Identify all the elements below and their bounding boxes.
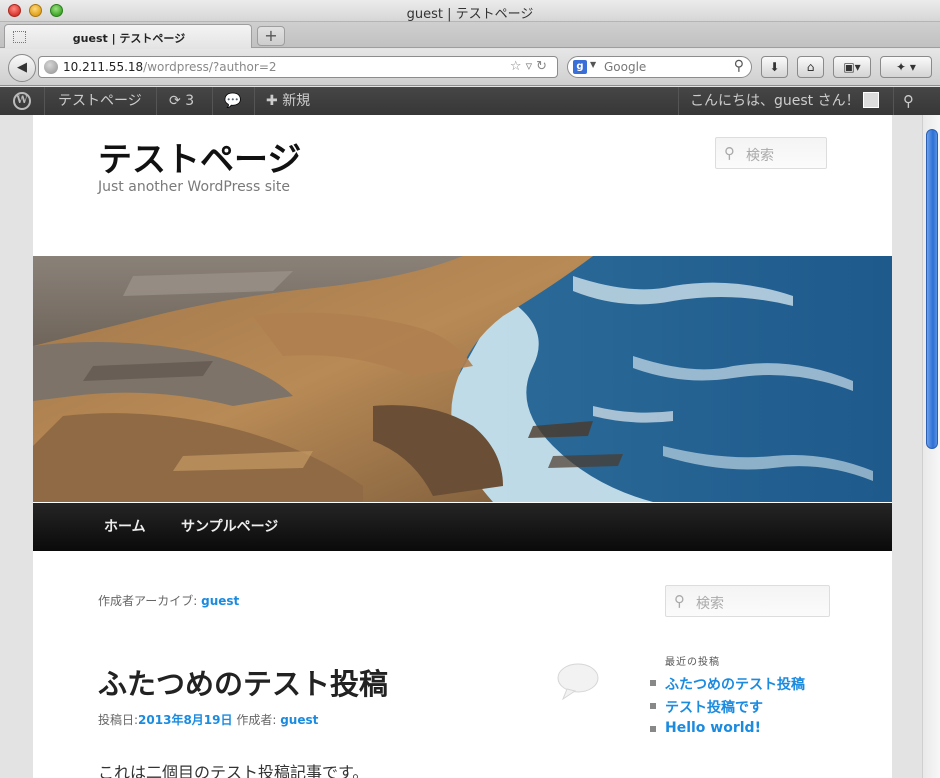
url-path: /wordpress/?author=2 [143,60,277,74]
post-meta: 投稿日:2013年8月19日 作成者: guest [98,711,318,728]
site-description: Just another WordPress site [98,179,291,195]
archive-author-link[interactable]: guest [201,594,239,608]
adminbar-site-name[interactable]: テストページ [58,87,142,115]
tab-bar: guest | テストページ + [0,22,940,48]
main-nav: ホーム サンプルページ [33,503,892,551]
recent-posts-list: ふたつめのテスト投稿 テスト投稿です Hello world! [650,674,805,743]
scrollbar-thumb[interactable] [926,129,938,449]
search-bar[interactable]: g ▼ Google ⚲ [567,56,752,78]
greeting-text: こんにちは、guest さん！ [690,93,860,109]
plus-icon: ✚ [266,93,278,109]
wp-admin-bar: W テストページ ⟳ 3 💬 ✚ 新規 こんにちは、guest さん！ ⚲ [0,87,940,115]
page-content: テストページ Just another WordPress site ⚲ 検索 [33,115,892,778]
updates-count: 3 [185,93,195,109]
new-label: 新規 [282,93,311,109]
page-scrollbar[interactable] [922,115,940,778]
comments-icon: 💬 [224,93,242,109]
list-item: Hello world! [650,720,805,743]
search-icon: ⚲ [724,144,735,162]
list-item: ふたつめのテスト投稿 [650,674,805,697]
extension-icon: ✦ ▾ [896,60,916,74]
recent-post-link[interactable]: テスト投稿です [665,700,763,716]
magnifier-icon[interactable]: ⚲ [734,58,744,74]
nav-item-sample-page[interactable]: サンプルページ [181,503,278,551]
post-author-prefix: 作成者: [232,713,281,727]
archive-title: 作成者アーカイブ: guest [98,592,239,609]
post-title[interactable]: ふたつめのテスト投稿 [98,661,388,703]
avatar [862,92,879,108]
header-image[interactable] [33,256,892,502]
address-bar[interactable]: 10.211.55.18/wordpress/?author=2 ☆▿↻ [38,56,558,78]
post-body: これは二個目のテスト投稿記事です。 [98,763,369,778]
google-logo-icon: g [573,60,587,74]
header-search-input[interactable]: ⚲ 検索 [715,137,827,169]
post-author-link[interactable]: guest [280,713,318,727]
download-button[interactable]: ⬇ [761,56,788,78]
search-engine-caret-icon[interactable]: ▼ [590,60,596,69]
window-title: guest | テストページ [406,7,534,22]
wordpress-logo-icon[interactable]: W [13,92,31,110]
browser-toolbar: ◀ 10.211.55.18/wordpress/?author=2 ☆▿↻ g… [0,49,940,86]
header-search-placeholder: 検索 [746,148,774,164]
search-placeholder: Google [604,60,647,74]
search-icon: ⚲ [674,592,685,610]
recent-post-link[interactable]: Hello world! [665,720,761,736]
archive-prefix: 作成者アーカイブ: [98,594,202,608]
url-text: 10.211.55.18/wordpress/?author=2 [63,60,277,74]
home-button[interactable]: ⌂ [797,56,824,78]
extensions-button[interactable]: ✦ ▾ [880,56,932,78]
back-arrow-icon: ◀ [17,60,27,75]
adminbar-updates[interactable]: ⟳ 3 [169,87,194,115]
nav-item-home[interactable]: ホーム [104,503,146,551]
recent-posts-title: 最近の投稿 [665,657,720,668]
download-arrow-icon: ⬇ [769,60,780,74]
post-date-link[interactable]: 2013年8月19日 [138,713,232,727]
globe-icon [44,60,58,74]
tab-active[interactable]: guest | テストページ [4,24,252,48]
window-titlebar: guest | テストページ [0,0,940,22]
post-date-prefix: 投稿日: [98,713,139,727]
reload-icon[interactable]: ↻ [536,59,551,74]
sidebar-search-input[interactable]: ⚲ 検索 [665,585,830,617]
sidebar-search-placeholder: 検索 [696,596,724,612]
bookmark-star-icon[interactable]: ☆ [510,59,526,74]
url-host: 10.211.55.18 [63,60,144,74]
adminbar-new[interactable]: ✚ 新規 [266,87,310,115]
back-button[interactable]: ◀ [8,54,36,82]
dropdown-icon[interactable]: ▿ [526,59,537,74]
home-icon: ⌂ [806,60,815,74]
list-item: テスト投稿です [650,697,805,720]
header-image-coast [33,256,892,502]
adminbar-comments[interactable]: 💬 [224,87,241,115]
new-tab-button[interactable]: + [257,26,285,46]
bookmarks-icon: ▣▾ [843,60,861,74]
bookmarks-button[interactable]: ▣▾ [833,56,871,78]
updates-icon: ⟳ [169,93,181,109]
comment-bubble-icon[interactable] [557,663,599,701]
recent-post-link[interactable]: ふたつめのテスト投稿 [665,677,805,693]
tab-label: guest | テストページ [72,32,186,45]
site-title[interactable]: テストページ [98,132,301,181]
adminbar-my-account[interactable]: こんにちは、guest さん！ [690,87,879,115]
url-actions: ☆▿↻ [510,59,551,74]
adminbar-search-icon[interactable]: ⚲ [903,87,914,115]
